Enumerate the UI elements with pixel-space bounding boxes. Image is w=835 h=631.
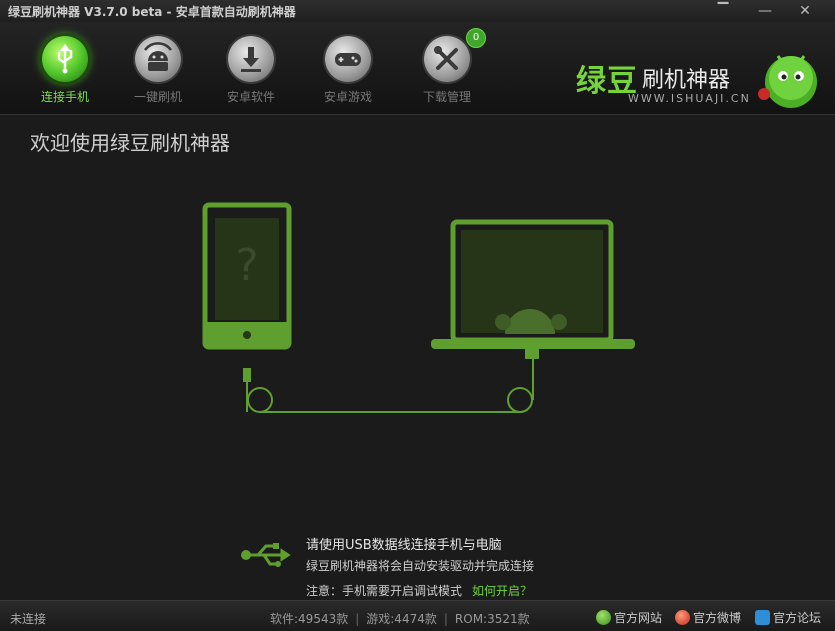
note-text: 注意：手机需要开启调试模式 bbox=[306, 584, 463, 598]
games-count: 游戏:4474款 bbox=[366, 612, 437, 626]
official-forum-link[interactable]: 官方论坛 bbox=[755, 609, 821, 626]
instruction-subtitle: 绿豆刷机神器将会自动安装驱动并完成连接 bbox=[306, 559, 535, 573]
nav-download-manager[interactable]: 0 下载管理 bbox=[407, 28, 487, 108]
skin-menu-button[interactable]: ▔ bbox=[710, 1, 736, 21]
download-count-badge: 0 bbox=[466, 28, 486, 48]
stats-summary: 软件:49543款 | 游戏:4474款 | ROM:3521款 bbox=[270, 612, 530, 626]
nav-label: 安卓软件 bbox=[226, 90, 275, 104]
official-weibo-link[interactable]: 官方微博 bbox=[675, 609, 741, 626]
phone-icon: ? bbox=[202, 202, 292, 350]
main-panel: 欢迎使用绿豆刷机神器 ? 请使用USB数据线连接手机与电脑 绿豆刷机神器将会自动… bbox=[0, 115, 835, 600]
rom-count: ROM:3521款 bbox=[454, 612, 530, 626]
instruction-title: 请使用USB数据线连接手机与电脑 bbox=[306, 538, 502, 553]
brand-logo: 绿豆 刷机神器 WWW.ISHUAJI.CN bbox=[576, 52, 826, 116]
link-label: 官方网站 bbox=[614, 611, 663, 625]
link-label: 官方论坛 bbox=[773, 611, 822, 625]
android-mascot-icon bbox=[758, 55, 817, 108]
main-toolbar: 连接手机 一键刷机 安卓软件 安卓游戏 0 下载管理 绿豆 刷机神器 WWW.I… bbox=[0, 22, 835, 115]
software-count: 软件:49543款 bbox=[270, 612, 349, 626]
official-website-link[interactable]: 官方网站 bbox=[596, 609, 662, 626]
connection-illustration: ? bbox=[202, 202, 635, 413]
usb-cable bbox=[243, 349, 539, 413]
mascot-small-icon bbox=[596, 610, 611, 625]
connection-status: 未连接 bbox=[10, 612, 47, 626]
gamepad-icon bbox=[325, 36, 371, 82]
nav-label: 下载管理 bbox=[422, 90, 471, 104]
weibo-icon bbox=[675, 610, 690, 625]
page-title: 欢迎使用绿豆刷机神器 bbox=[30, 131, 230, 155]
nav-label: 安卓游戏 bbox=[323, 90, 372, 104]
forum-chat-icon bbox=[755, 610, 770, 625]
debug-mode-note: 注意：手机需要开启调试模式 如何开启？ bbox=[306, 582, 532, 599]
how-to-enable-link[interactable]: 如何开启？ bbox=[472, 584, 532, 598]
usb-icon bbox=[42, 36, 88, 82]
nav-one-click-flash[interactable]: 一键刷机 bbox=[118, 36, 198, 108]
usb-symbol-icon bbox=[241, 543, 291, 567]
logo-url: WWW.ISHUAJI.CN bbox=[628, 92, 751, 105]
nav-connect-phone[interactable]: 连接手机 bbox=[25, 36, 105, 108]
tools-icon: 0 bbox=[424, 28, 486, 82]
link-label: 官方微博 bbox=[693, 611, 742, 625]
window-title: 绿豆刷机神器 V3.7.0 beta - 安卓首款自动刷机神器 bbox=[8, 5, 296, 19]
download-arrow-icon bbox=[228, 36, 274, 82]
status-bar: 未连接 软件:49543款 | 游戏:4474款 | ROM:3521款 官方网站 官方… bbox=[0, 600, 835, 631]
logo-brand-rest: 刷机神器 bbox=[642, 68, 731, 93]
nav-label: 连接手机 bbox=[40, 90, 89, 104]
laptop-icon bbox=[431, 219, 635, 349]
svg-text:?: ? bbox=[235, 240, 258, 291]
nav-label: 一键刷机 bbox=[133, 90, 182, 104]
nav-android-games[interactable]: 安卓游戏 bbox=[308, 36, 388, 108]
minimize-button[interactable]: — bbox=[752, 1, 778, 21]
close-button[interactable]: ✕ bbox=[792, 1, 818, 21]
nav-android-software[interactable]: 安卓软件 bbox=[211, 36, 291, 108]
android-refresh-icon bbox=[135, 36, 181, 82]
title-bar: 绿豆刷机神器 V3.7.0 beta - 安卓首款自动刷机神器 ▔ — ✕ bbox=[0, 0, 835, 22]
